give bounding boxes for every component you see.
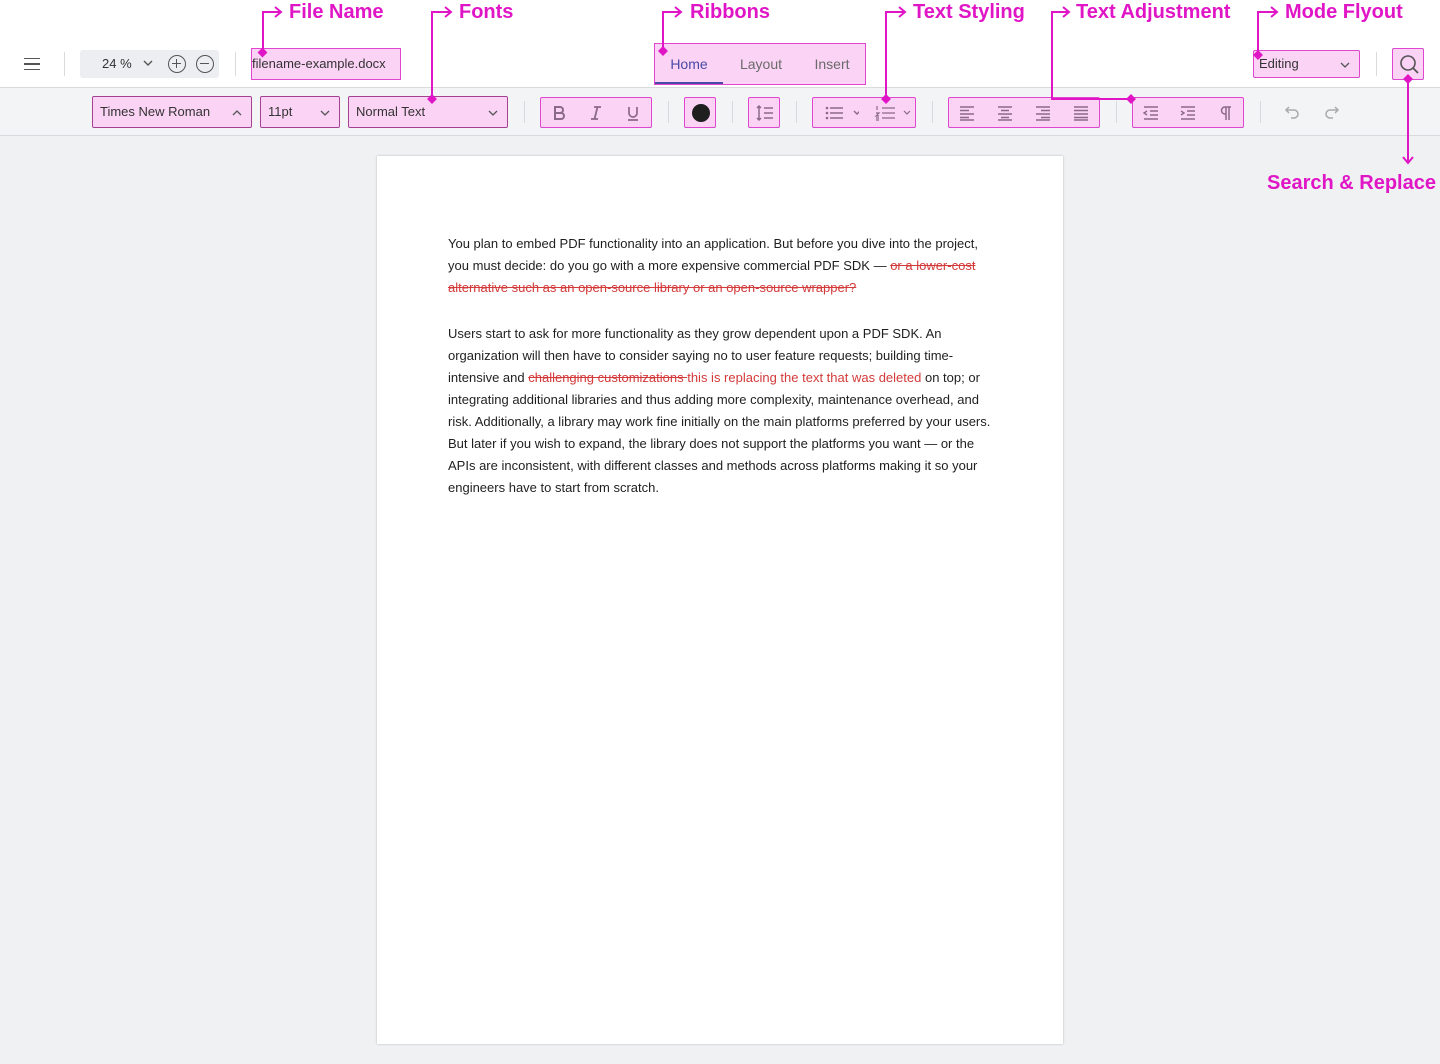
tracked-insertion: this is replacing the text that was dele… xyxy=(687,370,922,385)
align-center-button[interactable] xyxy=(987,98,1023,127)
list-group xyxy=(812,97,916,128)
zoom-value[interactable]: 24 % xyxy=(102,50,132,78)
line-spacing-button[interactable] xyxy=(747,98,783,127)
divider xyxy=(1376,52,1377,76)
increase-indent-button[interactable] xyxy=(1170,98,1206,127)
annotation-ribbons: Ribbons xyxy=(690,1,770,23)
indent-icon xyxy=(1180,105,1195,120)
divider xyxy=(732,101,733,123)
underline-icon xyxy=(628,106,638,121)
justify-button[interactable] xyxy=(1063,98,1099,127)
numbered-list-button[interactable] xyxy=(867,98,915,127)
document-page[interactable]: You plan to embed PDF functionality into… xyxy=(377,156,1063,1044)
annotation-search-replace: Search & Replace xyxy=(1267,172,1436,194)
paragraph-1[interactable]: You plan to embed PDF functionality into… xyxy=(448,233,993,299)
redo-button[interactable] xyxy=(1314,97,1350,126)
color-swatch-icon xyxy=(692,103,710,122)
search-icon xyxy=(1400,55,1419,74)
annotation-mode-flyout: Mode Flyout xyxy=(1285,1,1403,23)
paragraph-style-value: Normal Text xyxy=(356,104,426,119)
numbered-list-icon xyxy=(874,105,911,121)
font-family-dropdown[interactable]: Times New Roman xyxy=(92,96,252,128)
hamburger-menu-icon[interactable] xyxy=(20,52,44,76)
zoom-out-icon[interactable] xyxy=(196,55,214,73)
divider xyxy=(668,101,669,123)
redo-icon xyxy=(1325,105,1340,119)
bulleted-list-icon xyxy=(825,106,859,119)
align-center-icon xyxy=(998,105,1012,121)
paragraph-marks-button[interactable] xyxy=(1207,98,1243,127)
chevron-down-icon xyxy=(488,110,498,116)
annotation-fonts: Fonts xyxy=(459,1,514,23)
tab-layout[interactable]: Layout xyxy=(727,44,795,84)
zoom-dropdown-chevron-icon[interactable] xyxy=(141,56,155,70)
search-replace-button[interactable] xyxy=(1392,48,1424,80)
justify-icon xyxy=(1074,105,1088,121)
paragraph-2[interactable]: Users start to ask for more functionalit… xyxy=(448,323,993,499)
divider xyxy=(235,52,236,76)
paragraph-style-dropdown[interactable]: Normal Text xyxy=(348,96,508,128)
font-size-value: 11pt xyxy=(268,104,293,119)
alignment-group xyxy=(948,97,1100,128)
annotation-text-styling: Text Styling xyxy=(913,1,1025,23)
indent-group xyxy=(1132,97,1244,128)
decrease-indent-button[interactable] xyxy=(1133,98,1169,127)
annotation-text-adjustment: Text Adjustment xyxy=(1076,1,1231,23)
line-spacing-icon xyxy=(756,104,773,121)
underline-button[interactable] xyxy=(615,98,651,127)
align-left-icon xyxy=(960,105,974,121)
align-right-icon xyxy=(1036,105,1050,121)
divider xyxy=(796,101,797,123)
bold-icon xyxy=(554,105,565,120)
divider xyxy=(1116,101,1117,123)
mode-flyout[interactable]: Editing xyxy=(1253,50,1360,78)
mode-value: Editing xyxy=(1259,56,1299,71)
italic-button[interactable] xyxy=(578,98,614,127)
outdent-icon xyxy=(1142,105,1158,120)
divider xyxy=(1260,101,1261,123)
paragraph-text: on top; or integrating additional librar… xyxy=(448,370,991,495)
tracked-deletion: challenging customizations xyxy=(528,370,688,385)
undo-button[interactable] xyxy=(1274,97,1310,126)
text-color-group xyxy=(684,97,716,128)
text-style-group xyxy=(540,97,652,128)
zoom-in-icon[interactable] xyxy=(168,55,186,73)
chevron-down-icon xyxy=(320,110,330,116)
tab-insert[interactable]: Insert xyxy=(799,44,865,84)
font-size-dropdown[interactable]: 11pt xyxy=(260,96,340,128)
undo-icon xyxy=(1284,105,1299,119)
font-family-value: Times New Roman xyxy=(100,104,211,119)
text-color-button[interactable] xyxy=(683,98,719,127)
pilcrow-icon xyxy=(1220,105,1231,120)
divider xyxy=(64,52,65,76)
align-right-button[interactable] xyxy=(1025,98,1061,127)
annotation-file-name: File Name xyxy=(289,1,384,23)
bulleted-list-button[interactable] xyxy=(813,98,865,127)
filename-field[interactable]: filename-example.docx xyxy=(251,48,401,80)
chevron-up-icon xyxy=(232,110,242,116)
italic-icon xyxy=(591,105,601,120)
divider xyxy=(524,101,525,123)
align-left-button[interactable] xyxy=(949,98,985,127)
line-spacing-group xyxy=(748,97,780,128)
divider xyxy=(932,101,933,123)
bold-button[interactable] xyxy=(541,98,577,127)
chevron-down-icon xyxy=(1340,62,1350,68)
tab-home[interactable]: Home xyxy=(655,44,723,84)
ribbon-tabs: Home Layout Insert xyxy=(654,43,866,85)
